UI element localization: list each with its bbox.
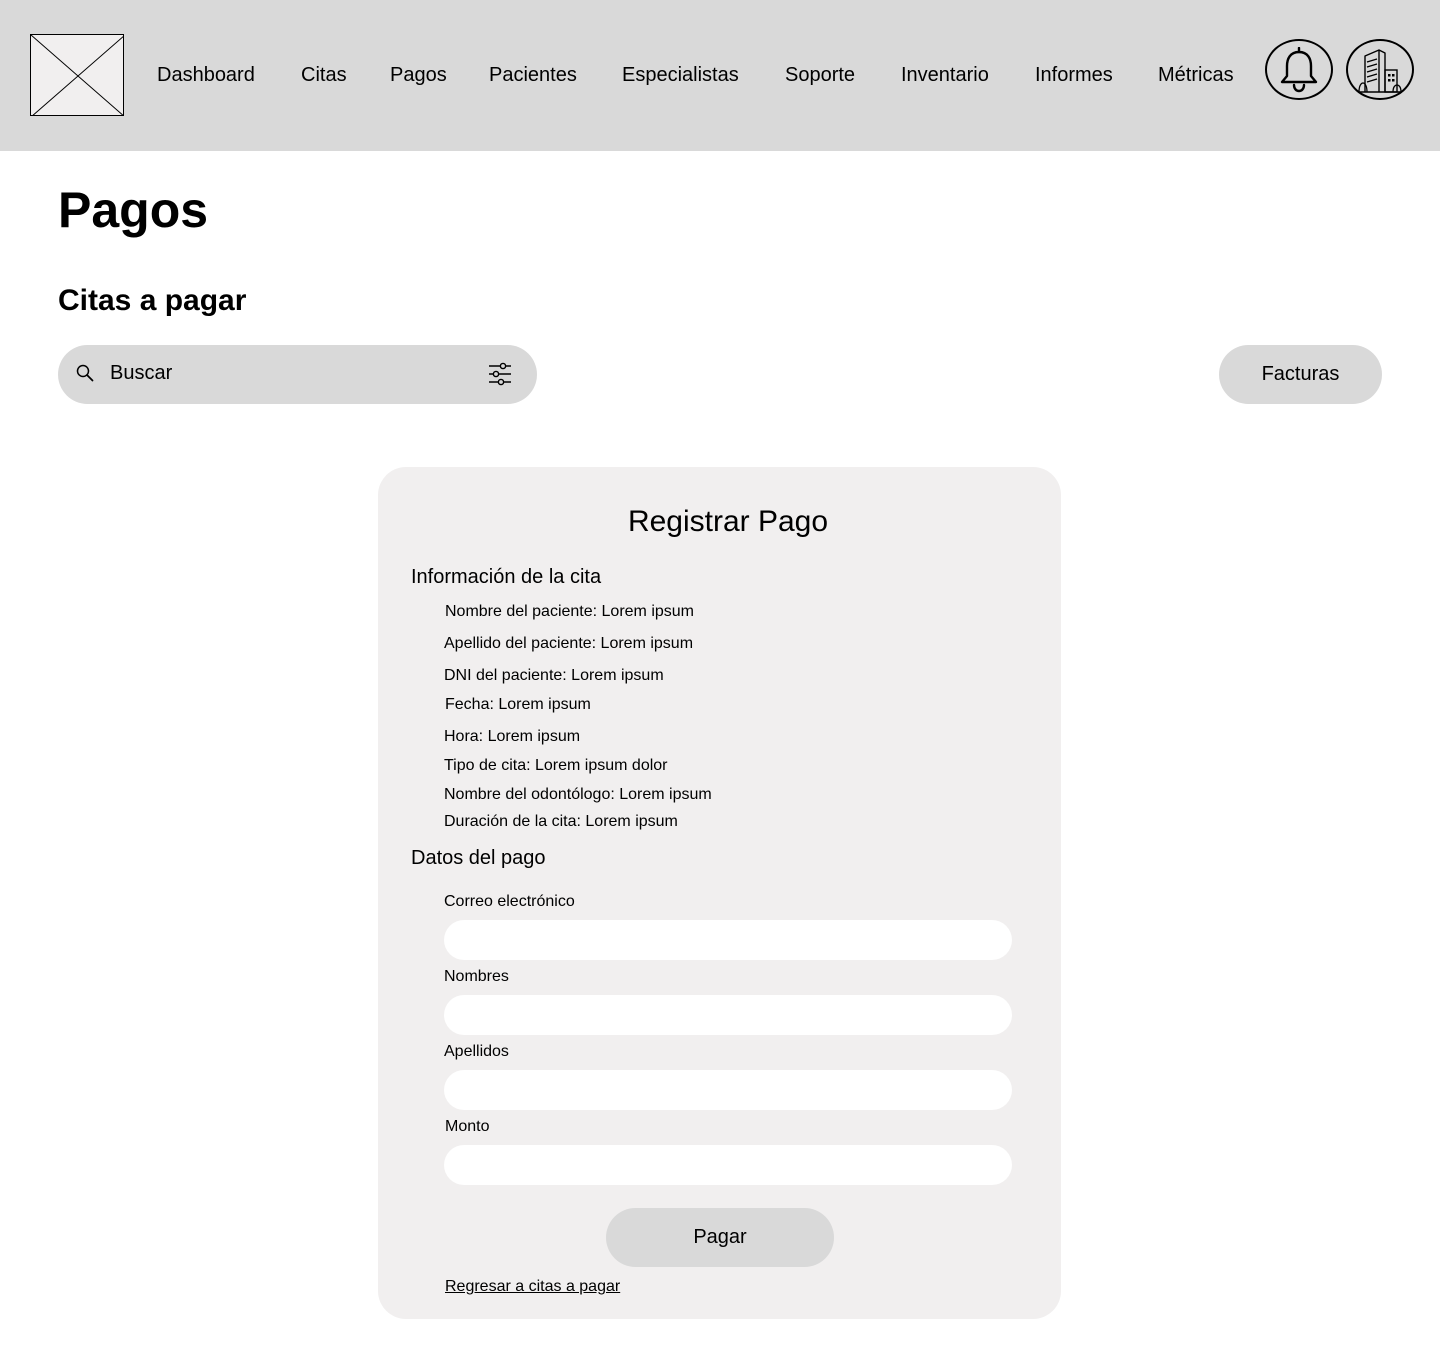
last-names-label: Apellidos [444, 1043, 509, 1060]
info-patient-lastname: Apellido del paciente: Lorem ipsum [444, 635, 694, 652]
amount-label: Monto [445, 1118, 490, 1135]
info-duration: Duración de la cita: Lorem ipsum [444, 813, 678, 830]
nav-item-pagos[interactable]: Pagos [390, 62, 447, 88]
section-title: Citas a pagar [58, 284, 247, 317]
appointment-info-heading: Información de la cita [411, 566, 602, 588]
notifications-button[interactable] [1265, 39, 1333, 100]
pay-button[interactable]: Pagar [606, 1208, 834, 1267]
nav-item-especialistas[interactable]: Especialistas [622, 62, 739, 88]
info-dentist-name: Nombre del odontólogo: Lorem ipsum [444, 786, 712, 803]
email-field[interactable] [444, 920, 1012, 960]
info-date: Fecha: Lorem ipsum [445, 696, 591, 713]
bell-icon [1280, 46, 1318, 92]
info-patient-dni: DNI del paciente: Lorem ipsum [444, 667, 664, 684]
first-names-label: Nombres [444, 968, 509, 985]
info-appointment-type: Tipo de cita: Lorem ipsum dolor [444, 757, 668, 774]
nav-item-dashboard[interactable]: Dashboard [157, 62, 255, 88]
payment-data-heading: Datos del pago [411, 847, 546, 869]
nav-item-inventario[interactable]: Inventario [901, 62, 989, 88]
nav-item-pacientes[interactable]: Pacientes [489, 62, 577, 88]
building-icon [1358, 48, 1402, 93]
nav-item-informes[interactable]: Informes [1035, 62, 1113, 88]
back-to-appointments-link[interactable]: Regresar a citas a pagar [445, 1277, 620, 1297]
nav-item-soporte[interactable]: Soporte [785, 62, 855, 88]
info-patient-name: Nombre del paciente: Lorem ipsum [445, 603, 695, 620]
facturas-button[interactable]: Facturas [1219, 345, 1382, 404]
first-names-field[interactable] [444, 995, 1012, 1035]
logo-placeholder [30, 34, 124, 116]
organization-button[interactable] [1346, 39, 1414, 100]
nav-item-citas[interactable]: Citas [301, 62, 347, 88]
search-icon [76, 364, 94, 382]
filter-sliders-icon[interactable] [488, 362, 512, 386]
info-time: Hora: Lorem ipsum [444, 728, 581, 745]
top-navigation-bar: Dashboard Citas Pagos Pacientes Especial… [0, 0, 1440, 151]
page-title: Pagos [58, 182, 209, 238]
nav-item-metricas[interactable]: Métricas [1158, 62, 1234, 88]
search-input[interactable] [110, 359, 470, 387]
last-names-field[interactable] [444, 1070, 1012, 1110]
amount-field[interactable] [444, 1145, 1012, 1185]
email-label: Correo electrónico [444, 893, 575, 910]
card-title: Registrar Pago [627, 505, 829, 538]
